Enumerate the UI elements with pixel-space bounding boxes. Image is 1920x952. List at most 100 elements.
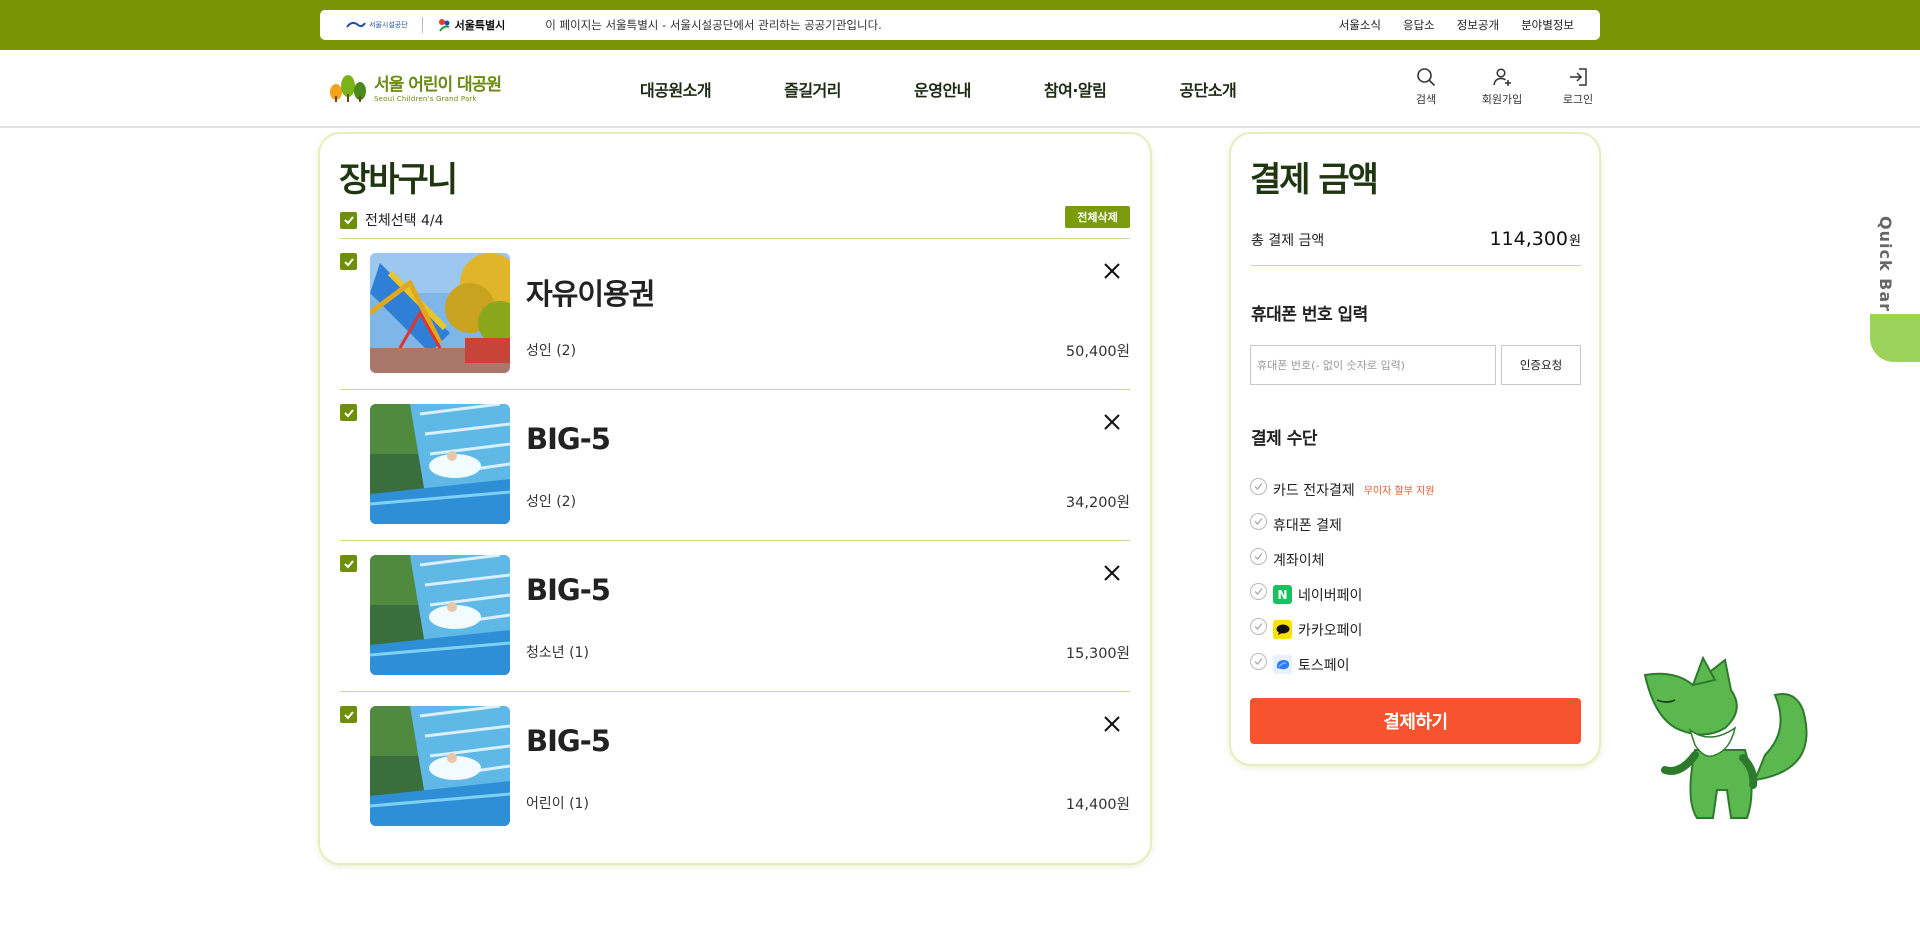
cart-panel: 장바구니 전체선택 4/4 전체삭제 자유이용권 성인 (2) 50,400원 … [320, 134, 1150, 863]
utility-menu: 검색 회원가입 로그인 [1404, 66, 1600, 107]
naver-pay-icon: N [1273, 585, 1292, 604]
payment-method-card[interactable]: 카드 전자결제 무이자 할부 지원 [1250, 472, 1435, 507]
payment-method-phone[interactable]: 휴대폰 결제 [1250, 507, 1435, 542]
check-icon [1254, 483, 1263, 490]
brand-logo[interactable]: 서울 어린이 대공원 Seoul Children's Grand Park [328, 70, 502, 103]
method-radio[interactable] [1250, 618, 1267, 635]
close-icon[interactable] [1102, 714, 1122, 734]
check-icon [343, 559, 354, 568]
select-all-checkbox[interactable] [340, 211, 357, 229]
item-thumbnail-water-slide[interactable] [370, 404, 510, 524]
method-radio[interactable] [1250, 513, 1267, 530]
check-icon [343, 216, 354, 225]
seoul-city-logo-text: 서울특별시 [454, 19, 506, 32]
park-logo-icon [330, 74, 366, 102]
close-icon[interactable] [1102, 563, 1122, 583]
delete-all-button[interactable]: 전체삭제 [1065, 206, 1130, 228]
item-price: 34,200원 [1065, 495, 1130, 511]
pay-button[interactable]: 결제하기 [1250, 698, 1581, 744]
item-checkbox[interactable] [340, 253, 357, 270]
search-label: 검색 [1415, 93, 1437, 106]
seoul-sisul-logo-text: 서울시설공단 [369, 21, 408, 29]
payment-method-tosspay[interactable]: 토스페이 [1250, 647, 1435, 682]
brand-name-korean: 서울 어린이 대공원 [374, 75, 502, 95]
gov-logos: 서울시설공단 서울특별시 [346, 17, 505, 33]
item-price: 50,400원 [1065, 344, 1130, 360]
method-radio[interactable] [1250, 653, 1267, 670]
nav-item-park-intro[interactable]: 대공원소개 [640, 77, 712, 101]
gov-notice-text: 이 페이지는 서울특별시 - 서울시설공단에서 관리하는 공공기관입니다. [545, 18, 882, 32]
login-icon [1570, 68, 1587, 86]
method-label: 네이버페이 [1298, 587, 1363, 604]
method-label: 카드 전자결제 [1273, 482, 1355, 499]
gov-link-field-info[interactable]: 분야별정보 [1521, 17, 1574, 33]
site-header: 서울 어린이 대공원 Seoul Children's Grand Park 대… [0, 50, 1920, 128]
login-button[interactable]: 로그인 [1556, 66, 1600, 107]
method-label: 카카오페이 [1298, 622, 1363, 639]
check-icon [1254, 588, 1263, 595]
check-icon [343, 408, 354, 417]
cart-title: 장바구니 [339, 160, 458, 200]
seoul-city-logo-icon [438, 19, 450, 32]
method-radio[interactable] [1250, 478, 1267, 495]
speech-bubble-icon [1276, 624, 1289, 635]
payment-panel: 결제 금액 총 결제 금액 114,300원 휴대폰 번호 입력 인증요청 결제… [1231, 134, 1599, 764]
cart-item: BIG-5 성인 (2) 34,200원 [340, 389, 1130, 540]
nav-item-operation-info[interactable]: 운영안내 [914, 77, 971, 101]
close-icon[interactable] [1102, 261, 1122, 281]
phone-number-input[interactable] [1250, 345, 1496, 385]
search-icon [1417, 68, 1436, 87]
payment-method-title: 결제 수단 [1251, 429, 1317, 449]
login-label: 로그인 [1562, 93, 1594, 106]
item-checkbox[interactable] [340, 555, 357, 572]
payment-method-kakaopay[interactable]: 카카오페이 [1250, 612, 1435, 647]
quick-bar-tab[interactable] [1870, 314, 1920, 362]
check-icon [1254, 623, 1263, 630]
user-plus-icon [1493, 68, 1511, 86]
gov-link-news[interactable]: 서울소식 [1339, 17, 1381, 33]
item-name: BIG-5 [526, 573, 611, 607]
seoul-city-logo[interactable]: 서울특별시 [437, 17, 506, 33]
toss-pay-icon [1273, 655, 1292, 674]
quick-bar-label: Quick Bar [1876, 216, 1895, 313]
total-amount-value: 114,300 [1489, 228, 1569, 250]
payment-method-naverpay[interactable]: N 네이버페이 [1250, 577, 1435, 612]
close-icon[interactable] [1102, 412, 1122, 432]
brand-name-english: Seoul Children's Grand Park [374, 95, 477, 103]
cart-item: BIG-5 청소년 (1) 15,300원 [340, 540, 1130, 691]
item-checkbox[interactable] [340, 706, 357, 723]
check-icon [1254, 553, 1263, 560]
method-radio[interactable] [1250, 583, 1267, 600]
select-all: 전체선택 4/4 [340, 210, 444, 230]
signup-button[interactable]: 회원가입 [1480, 66, 1524, 107]
item-thumbnail-ride[interactable] [370, 253, 510, 373]
nav-item-corporation-intro[interactable]: 공단소개 [1179, 77, 1236, 101]
item-checkbox[interactable] [340, 404, 357, 421]
total-amount: 114,300원 [1489, 228, 1581, 250]
cart-item: 자유이용권 성인 (2) 50,400원 [340, 238, 1130, 389]
method-label: 계좌이체 [1273, 552, 1325, 569]
government-bar: 서울시설공단 서울특별시 이 페이지는 서울특별시 - 서울시설공단에서 관리하… [0, 0, 1920, 50]
logo-divider [421, 17, 423, 33]
item-option: 성인 (2) [526, 343, 577, 359]
method-label: 휴대폰 결제 [1273, 517, 1342, 534]
check-icon [343, 710, 354, 719]
seoul-sisul-logo[interactable]: 서울시설공단 [346, 19, 408, 31]
method-radio[interactable] [1250, 548, 1267, 565]
gov-links: 서울소식 응답소 정보공개 분야별정보 [1339, 17, 1574, 33]
item-thumbnail-water-slide[interactable] [370, 706, 510, 826]
item-thumbnail-water-slide[interactable] [370, 555, 510, 675]
government-bar-inner: 서울시설공단 서울특별시 이 페이지는 서울특별시 - 서울시설공단에서 관리하… [320, 10, 1600, 40]
gov-link-eungdapso[interactable]: 응답소 [1403, 17, 1435, 33]
check-icon [343, 257, 354, 266]
verify-request-button[interactable]: 인증요청 [1501, 345, 1581, 385]
gov-link-info-disclosure[interactable]: 정보공개 [1457, 17, 1499, 33]
item-name: BIG-5 [526, 422, 611, 456]
cart-item: BIG-5 어린이 (1) 14,400원 [340, 691, 1130, 842]
search-button[interactable]: 검색 [1404, 66, 1448, 107]
payment-method-list: 카드 전자결제 무이자 할부 지원 휴대폰 결제 계좌이체 N 네이버페이 카카… [1250, 472, 1435, 682]
nav-item-attractions[interactable]: 즐길거리 [784, 77, 841, 101]
nav-item-participation[interactable]: 참여·알림 [1044, 77, 1107, 101]
total-label: 총 결제 금액 [1251, 233, 1325, 249]
payment-method-transfer[interactable]: 계좌이체 [1250, 542, 1435, 577]
